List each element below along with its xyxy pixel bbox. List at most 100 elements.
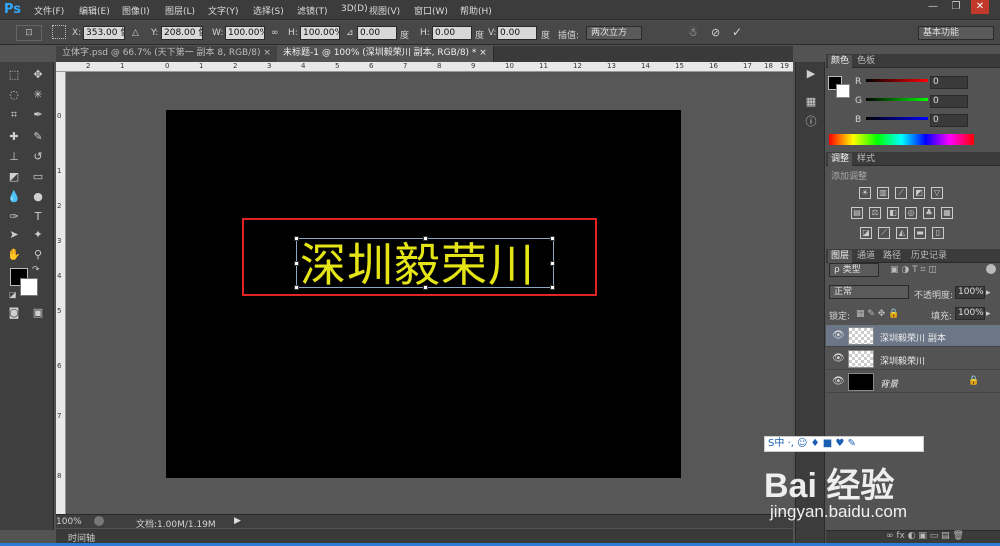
h-field[interactable]: 100.00% bbox=[300, 26, 340, 40]
layer-filter-select[interactable]: ρ 类型 bbox=[829, 263, 879, 277]
layer-row[interactable]: 👁 深圳毅荣川 副本 bbox=[826, 325, 1000, 347]
invert-icon[interactable]: ◪ bbox=[860, 227, 872, 239]
warp-icon[interactable]: ☃ bbox=[688, 26, 698, 39]
tab-history[interactable]: 历史记录 bbox=[908, 250, 950, 263]
vibrance-icon[interactable]: ▽ bbox=[931, 187, 943, 199]
hue-saturation-icon[interactable]: ▤ bbox=[851, 207, 863, 219]
screen-mode-icon[interactable]: ▣ bbox=[28, 304, 48, 322]
lock-icons[interactable]: ▦ ✎ ✥ 🔒 bbox=[856, 309, 899, 319]
photo-filter-icon[interactable]: ◎ bbox=[905, 207, 917, 219]
fill-arrow-icon[interactable]: ▸ bbox=[986, 309, 991, 319]
tab-styles[interactable]: 样式 bbox=[854, 153, 878, 166]
tab-color[interactable]: 颜色 bbox=[828, 55, 853, 68]
filter-toggle-icon[interactable] bbox=[986, 264, 996, 274]
background-color-swatch[interactable] bbox=[20, 278, 38, 296]
gradient-map-icon[interactable]: ▬ bbox=[914, 227, 926, 239]
pen-tool-icon[interactable]: ✑ bbox=[4, 208, 24, 226]
delta-icon[interactable]: △ bbox=[132, 28, 139, 38]
ime-toolbar[interactable]: S中 ·, ☺ ♦ ■ ♥ ✎ bbox=[764, 436, 924, 452]
zoom-level[interactable]: 100% bbox=[56, 517, 82, 527]
menu-help[interactable]: 帮助(H) bbox=[460, 4, 492, 17]
channel-g-slider[interactable] bbox=[866, 98, 928, 101]
w-field[interactable]: 100.00% bbox=[225, 26, 265, 40]
tab-channels[interactable]: 通道 bbox=[854, 250, 878, 263]
restore-button[interactable]: ❐ bbox=[947, 0, 965, 14]
exposure-icon[interactable]: ◩ bbox=[913, 187, 925, 199]
black-white-icon[interactable]: ◧ bbox=[887, 207, 899, 219]
threshold-icon[interactable]: ◭ bbox=[896, 227, 908, 239]
path-selection-tool-icon[interactable]: ➤ bbox=[4, 226, 24, 244]
channel-g-field[interactable]: 0 bbox=[930, 95, 968, 108]
transform-handle[interactable] bbox=[294, 236, 299, 241]
transform-handle[interactable] bbox=[550, 236, 555, 241]
move-tool-icon[interactable]: ✥ bbox=[28, 66, 48, 84]
fill-field[interactable]: 100% bbox=[955, 307, 985, 320]
transform-handle[interactable] bbox=[550, 261, 555, 266]
vskew-field[interactable]: 0.00 bbox=[497, 26, 537, 40]
workspace-select[interactable]: 基本功能 bbox=[918, 26, 994, 40]
selective-color-icon[interactable]: ▯ bbox=[932, 227, 944, 239]
menu-image[interactable]: 图像(I) bbox=[122, 4, 150, 17]
eraser-tool-icon[interactable]: ◩ bbox=[4, 168, 24, 186]
interpolation-select[interactable]: 两次立方 bbox=[586, 26, 642, 40]
close-window-button[interactable]: ✕ bbox=[971, 0, 989, 14]
default-colors-icon[interactable]: ◪ bbox=[9, 290, 17, 299]
cancel-icon[interactable]: ⊘ bbox=[711, 26, 720, 39]
menu-filter[interactable]: 滤镜(T) bbox=[297, 4, 328, 17]
tab-document-2[interactable]: 未标题-1 @ 100% (深圳毅荣川 副本, RGB/8) * × bbox=[277, 46, 494, 62]
visibility-eye-icon[interactable]: 👁 bbox=[832, 330, 845, 341]
bg-color-swatch[interactable] bbox=[836, 84, 850, 98]
color-lookup-icon[interactable]: ▦ bbox=[941, 207, 953, 219]
swap-colors-icon[interactable]: ↷ bbox=[32, 265, 40, 275]
timeline-bar[interactable]: 时间轴 bbox=[56, 529, 793, 544]
menu-edit[interactable]: 编辑(E) bbox=[79, 4, 110, 17]
menu-select[interactable]: 选择(S) bbox=[253, 4, 284, 17]
layer-row[interactable]: 👁 背景 🔒 bbox=[826, 371, 1000, 393]
gradient-tool-icon[interactable]: ▭ bbox=[28, 168, 48, 186]
brush-tool-icon[interactable]: ✎ bbox=[28, 128, 48, 146]
color-spectrum[interactable] bbox=[829, 134, 974, 145]
close-tab-icon[interactable]: × bbox=[263, 48, 271, 58]
tab-document-1[interactable]: 立体字.psd @ 66.7% (天下第一 副本 8, RGB/8) × bbox=[56, 46, 278, 62]
marquee-tool-icon[interactable]: ⬚ bbox=[4, 66, 24, 84]
quick-mask-icon[interactable]: ◙ bbox=[4, 304, 24, 322]
opacity-arrow-icon[interactable]: ▸ bbox=[986, 288, 991, 298]
tab-paths[interactable]: 路径 bbox=[880, 250, 904, 263]
magic-wand-tool-icon[interactable]: ✳ bbox=[28, 86, 48, 104]
channel-r-field[interactable]: 0 bbox=[930, 76, 968, 89]
minimize-button[interactable]: — bbox=[924, 0, 942, 14]
tab-swatches[interactable]: 色板 bbox=[854, 55, 878, 68]
blur-tool-icon[interactable]: 💧 bbox=[4, 188, 24, 206]
stamp-tool-icon[interactable]: ⊥ bbox=[4, 148, 24, 166]
color-balance-icon[interactable]: ⚖ bbox=[869, 207, 881, 219]
brightness-icon[interactable]: ☀ bbox=[859, 187, 871, 199]
menu-view[interactable]: 视图(V) bbox=[369, 4, 400, 17]
tab-layers[interactable]: 图层 bbox=[828, 250, 853, 263]
menu-type[interactable]: 文字(Y) bbox=[208, 4, 239, 17]
menu-file[interactable]: 文件(F) bbox=[34, 4, 64, 17]
canvas-text-layer[interactable]: 深圳毅荣川 bbox=[300, 229, 535, 295]
reference-point-icon[interactable] bbox=[52, 25, 66, 39]
visibility-eye-icon[interactable]: 👁 bbox=[832, 353, 845, 364]
menu-window[interactable]: 窗口(W) bbox=[414, 4, 448, 17]
channel-b-field[interactable]: 0 bbox=[930, 114, 968, 127]
link-icon[interactable]: ∞ bbox=[271, 28, 279, 38]
lasso-tool-icon[interactable]: ◌ bbox=[4, 86, 24, 104]
zoom-tool-icon[interactable]: ⚲ bbox=[28, 246, 48, 264]
blend-mode-select[interactable]: 正常 bbox=[829, 285, 909, 299]
tab-adjustments[interactable]: 调整 bbox=[828, 153, 853, 166]
transform-tool-icon[interactable]: ⊡ bbox=[16, 25, 42, 41]
menu-3d[interactable]: 3D(D) bbox=[341, 4, 368, 14]
levels-icon[interactable]: ▥ bbox=[877, 187, 889, 199]
layer-filter-icons[interactable]: ▣ ◑ T ⌗ ◫ bbox=[890, 265, 937, 275]
transform-handle[interactable] bbox=[550, 285, 555, 290]
channel-mixer-icon[interactable]: ♣ bbox=[923, 207, 935, 219]
type-tool-icon[interactable]: T bbox=[28, 208, 48, 226]
visibility-eye-icon[interactable]: 👁 bbox=[832, 376, 845, 387]
status-menu-arrow-icon[interactable]: ▶ bbox=[234, 516, 241, 526]
history-brush-tool-icon[interactable]: ↺ bbox=[28, 148, 48, 166]
layer-row[interactable]: 👁 深圳毅荣川 bbox=[826, 348, 1000, 370]
transform-handle[interactable] bbox=[294, 261, 299, 266]
close-tab-icon[interactable]: × bbox=[479, 48, 487, 58]
play-action-icon[interactable]: ▶ bbox=[802, 66, 820, 82]
